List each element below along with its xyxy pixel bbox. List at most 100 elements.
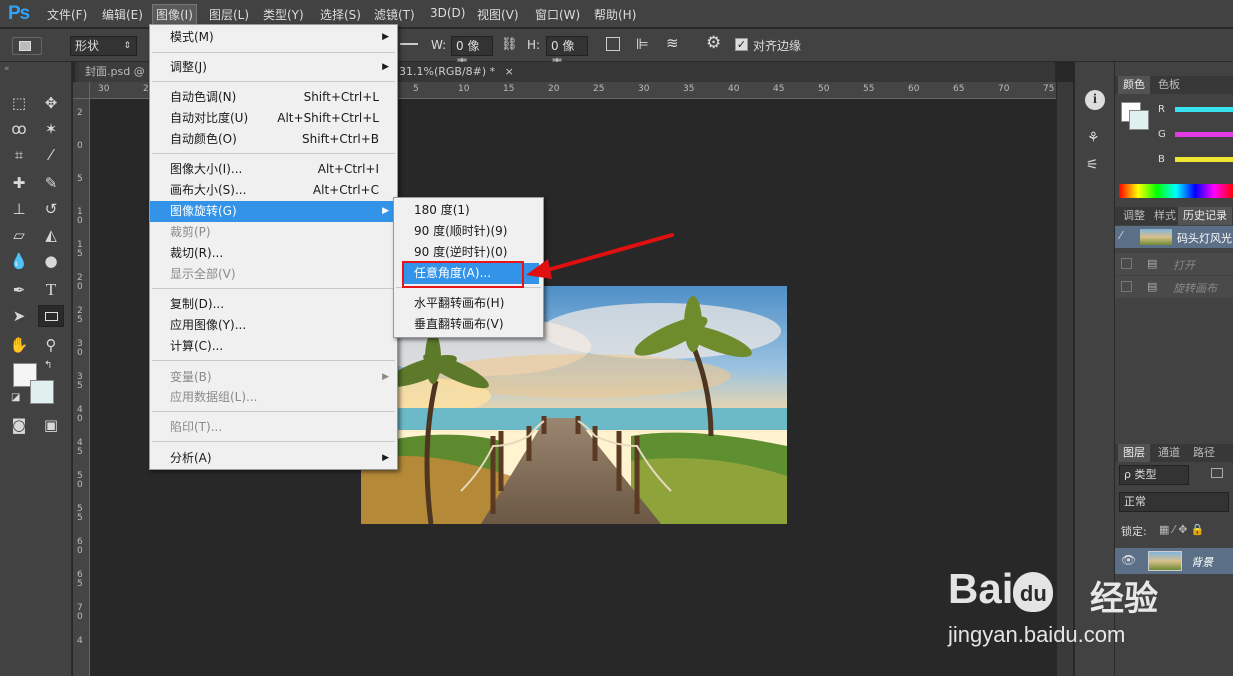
- menu-item-mode[interactable]: 模式(M) ▶: [150, 27, 397, 48]
- menu-item-crop[interactable]: 裁剪(P): [150, 222, 397, 243]
- brush-tool-icon[interactable]: ✎: [40, 172, 62, 194]
- eraser-tool-icon[interactable]: ▱: [8, 224, 30, 246]
- swap-colors-icon[interactable]: ↰: [44, 360, 52, 371]
- ruler-tick-label: 15: [503, 84, 515, 94]
- history-brush-icon: ⁄: [1120, 229, 1122, 242]
- screen-mode-icon[interactable]: ▣: [40, 414, 62, 436]
- menu-item-apply-image[interactable]: 应用图像(Y)...: [150, 315, 397, 336]
- menu-filter[interactable]: 滤镜(T): [374, 6, 415, 23]
- lasso-tool-icon[interactable]: ꝏ: [8, 118, 30, 140]
- panel-background-swatch[interactable]: [1129, 110, 1149, 130]
- image-filter-icon[interactable]: [1211, 468, 1223, 478]
- history-snapshot[interactable]: ⁄ 码头灯风光: [1115, 226, 1233, 248]
- menu-item-analysis[interactable]: 分析(A) ▶: [150, 448, 397, 469]
- stamp-tool-icon[interactable]: ⊥: [8, 198, 30, 220]
- stroke-type-icon[interactable]: [400, 43, 418, 57]
- menu-item-reveal-all[interactable]: 显示全部(V): [150, 264, 397, 285]
- eyedropper-icon[interactable]: ⁄: [40, 144, 62, 166]
- blur-tool-icon[interactable]: 💧: [8, 250, 30, 272]
- background-color-swatch[interactable]: [30, 380, 54, 404]
- menu-item-image-rotation[interactable]: 图像旋转(G) ▶: [150, 201, 397, 222]
- menu-item-trap[interactable]: 陷印(T)...: [150, 417, 397, 438]
- layer-filter-select[interactable]: ρ 类型: [1119, 465, 1189, 485]
- tab-swatches[interactable]: 色板: [1153, 76, 1185, 94]
- channel-g-slider[interactable]: [1175, 132, 1233, 137]
- quick-mask-icon[interactable]: ◙: [8, 414, 30, 436]
- rectangle-tool-icon[interactable]: [38, 305, 64, 327]
- tab-history[interactable]: 历史记录: [1178, 207, 1232, 225]
- menu-window[interactable]: 窗口(W): [535, 6, 580, 23]
- menu-view[interactable]: 视图(V): [477, 6, 519, 23]
- gear-icon[interactable]: ⚙: [706, 33, 721, 53]
- blend-mode-select[interactable]: 正常: [1119, 492, 1229, 512]
- healing-brush-icon[interactable]: ✚: [8, 172, 30, 194]
- submenu-arrow-icon: ▶: [382, 372, 389, 382]
- pen-tool-icon[interactable]: ✒: [8, 279, 30, 301]
- menu-edit[interactable]: 编辑(E): [102, 6, 143, 23]
- crop-tool-icon[interactable]: ⌗: [8, 144, 30, 166]
- type-tool-icon[interactable]: T: [40, 279, 62, 301]
- menu-file[interactable]: 文件(F): [47, 6, 87, 23]
- menu-item-flip-horizontal[interactable]: 水平翻转画布(H): [394, 293, 543, 314]
- history-item-rotate[interactable]: ▤ 旋转画布: [1115, 276, 1233, 298]
- align-edges-checkbox[interactable]: ✓: [735, 38, 748, 51]
- magic-wand-icon[interactable]: ✶: [40, 118, 62, 140]
- menu-item-adjustments[interactable]: 调整(J) ▶: [150, 57, 397, 78]
- menu-item-variables[interactable]: 变量(B) ▶: [150, 367, 397, 388]
- channel-b-slider[interactable]: [1175, 157, 1233, 162]
- menu-item-canvas-size[interactable]: 画布大小(S)... Alt+Ctrl+C: [150, 180, 397, 201]
- color-spectrum[interactable]: [1119, 184, 1233, 198]
- tab-paths[interactable]: 路径: [1188, 444, 1220, 462]
- menu-image[interactable]: 图像(I): [152, 4, 197, 25]
- tab-channels[interactable]: 通道: [1153, 444, 1185, 462]
- brush-presets-icon[interactable]: ⚘: [1087, 130, 1100, 146]
- paint-bucket-icon[interactable]: ◭: [40, 224, 62, 246]
- history-item-open[interactable]: ▤ 打开: [1115, 253, 1233, 275]
- tool-preset-picker[interactable]: [12, 37, 42, 55]
- ruler-tick-label: 10: [458, 84, 470, 94]
- tool-presets-icon[interactable]: ⚟: [1086, 157, 1099, 173]
- menu-item-apply-data-set[interactable]: 应用数据组(L)...: [150, 387, 397, 408]
- path-arrangement-icon[interactable]: ≋: [666, 34, 679, 52]
- tab-document[interactable]: 封面.psd @: [79, 62, 152, 82]
- hand-tool-icon[interactable]: ✋: [8, 334, 30, 356]
- menu-layer[interactable]: 图层(L): [209, 6, 249, 23]
- menu-item-auto-tone[interactable]: 自动色调(N) Shift+Ctrl+L: [150, 87, 397, 108]
- height-input[interactable]: 0 像素: [546, 36, 588, 71]
- move-tool-icon[interactable]: ✥: [40, 92, 62, 114]
- tab-color[interactable]: 颜色: [1118, 76, 1150, 94]
- path-operations-icon[interactable]: [606, 37, 620, 51]
- tab-adjustments[interactable]: 调整: [1118, 207, 1150, 225]
- link-icon[interactable]: ⛓: [501, 37, 518, 52]
- menu-item-label: 自动色调(N): [170, 90, 237, 104]
- menu-item-flip-vertical[interactable]: 垂直翻转画布(V): [394, 314, 543, 335]
- width-input[interactable]: 0 像素: [451, 36, 493, 71]
- menu-3d[interactable]: 3D(D): [430, 6, 465, 20]
- path-alignment-icon[interactable]: ⊫: [636, 35, 649, 53]
- menu-item-auto-color[interactable]: 自动颜色(O) Shift+Ctrl+B: [150, 129, 397, 150]
- info-icon[interactable]: i: [1085, 90, 1105, 110]
- menu-type[interactable]: 类型(Y): [263, 6, 304, 23]
- zoom-tool-icon[interactable]: ⚲: [40, 334, 62, 356]
- dodge-tool-icon[interactable]: ●: [40, 250, 62, 272]
- menu-item-trim[interactable]: 裁切(R)...: [150, 243, 397, 264]
- menu-item-calculations[interactable]: 计算(C)...: [150, 336, 397, 357]
- menu-item-image-size[interactable]: 图像大小(I)... Alt+Ctrl+I: [150, 159, 397, 180]
- menu-help[interactable]: 帮助(H): [594, 6, 636, 23]
- default-colors-icon[interactable]: ◪: [11, 392, 20, 403]
- tab-layers[interactable]: 图层: [1118, 444, 1150, 462]
- tab-styles[interactable]: 样式: [1149, 207, 1181, 225]
- tab-close-icon[interactable]: ×: [505, 65, 514, 78]
- menu-item-auto-contrast[interactable]: 自动对比度(U) Alt+Shift+Ctrl+L: [150, 108, 397, 129]
- shape-mode-select[interactable]: 形状 ⇕: [70, 36, 137, 56]
- history-brush-icon[interactable]: ↺: [40, 198, 62, 220]
- channel-r-slider[interactable]: [1175, 107, 1233, 112]
- menu-item-duplicate[interactable]: 复制(D)...: [150, 294, 397, 315]
- collapse-icon[interactable]: «: [4, 64, 10, 74]
- path-selection-icon[interactable]: ➤: [8, 305, 30, 327]
- marquee-tool-icon[interactable]: ⬚: [8, 92, 30, 114]
- lock-icons[interactable]: ▦ ⁄ ✥ 🔒: [1159, 523, 1205, 536]
- menu-item-rotate-180[interactable]: 180 度(1): [394, 200, 543, 221]
- menu-select[interactable]: 选择(S): [320, 6, 361, 23]
- ruler-origin[interactable]: [73, 82, 90, 99]
